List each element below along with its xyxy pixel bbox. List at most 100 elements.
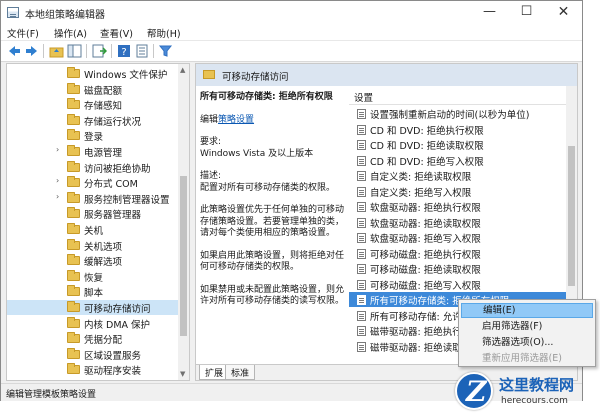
scroll-down-icon[interactable]: ▼ [180,370,185,378]
filter-icon[interactable] [158,44,173,58]
edit-policy-link[interactable]: 策略设置 [218,115,254,125]
description-panel: 所有可移动存储类: 拒绝所有权限 编辑策略设置 要求: Windows Vist… [200,92,350,308]
folder-icon [67,254,80,266]
setting-row[interactable]: CD 和 DVD: 拒绝读取权限 [349,137,567,152]
tree-item[interactable]: 恢复 [7,269,179,284]
show-hide-tree-icon[interactable] [67,44,82,58]
properties-icon[interactable] [135,44,150,58]
forward-arrow-icon[interactable] [24,44,39,58]
tree-item[interactable]: 可移动存储访问 [7,300,179,315]
folder-icon [67,191,80,203]
folder-icon [203,70,215,79]
tree-item-label: 缓解选项 [84,257,123,269]
tree-pane[interactable]: Windows 文件保护 磁盘配额 存储感知 存储运行状况 登录 › 电源管理 访问被拒绝协助… [6,63,190,381]
tree-item[interactable]: 内核 DMA 保护 [7,316,179,331]
tree-item[interactable]: › 服务控制管理器设置 [7,191,179,206]
policy-setting-icon [357,186,366,197]
setting-row[interactable]: 可移动磁盘: 拒绝写入权限 [349,277,567,292]
setting-row[interactable]: 可移动磁盘: 拒绝执行权限 [349,246,567,261]
scroll-up-icon[interactable]: ▲ [180,66,185,74]
tree-item[interactable]: 驱动程序安装 [7,362,179,377]
tree-item[interactable]: 磁盘配额 [7,82,179,97]
setting-label: 所有可移动存储: 允许 [370,311,462,323]
tree-item[interactable]: 缓解选项 [7,253,179,268]
tree-item[interactable]: Windows 文件保护 [7,66,179,81]
edit-policy-line: 编辑策略设置 [200,115,350,127]
back-arrow-icon[interactable] [7,44,22,58]
close-icon[interactable]: ✕ [545,1,582,24]
toolbar-separator [111,44,112,58]
folder-icon [67,129,80,141]
tree-scroll-thumb[interactable] [180,176,187,336]
policy-setting-icon [357,124,366,135]
tree-item[interactable]: 脚本 [7,284,179,299]
title-bar: 本地组策略编辑器 — ☐ ✕ [1,1,582,24]
folder-icon [67,347,80,359]
setting-row[interactable]: 自定义类: 拒绝读取权限 [349,168,567,183]
tree-item[interactable]: 访问被拒绝协助 [7,160,179,175]
settings-scroll-thumb[interactable] [568,146,575,286]
tree-item[interactable]: 区域设置服务 [7,347,179,362]
context-menu-item[interactable]: 筛选器选项(O)... [461,335,593,350]
setting-label: 软盘驱动器: 拒绝读取权限 [370,218,481,230]
context-menu-item[interactable]: 编辑(E) [461,303,593,318]
setting-label: 自定义类: 拒绝写入权限 [370,187,472,199]
tree-item[interactable]: 关机选项 [7,238,179,253]
help-icon[interactable]: ? [117,44,132,58]
setting-row[interactable]: 可移动磁盘: 拒绝读取权限 [349,261,567,276]
tree-item[interactable]: › 分布式 COM [7,175,179,190]
settings-column-header[interactable]: 设置 [354,90,373,104]
policy-setting-icon [357,326,366,336]
setting-row[interactable]: 软盘驱动器: 拒绝执行权限 [349,199,567,214]
tree-item-label: 内核 DMA 保护 [84,319,151,331]
policy-setting-icon [357,248,366,259]
setting-row[interactable]: 设置强制重新启动的时间(以秒为单位) [349,106,567,121]
setting-label: 设置强制重新启动的时间(以秒为单位) [370,110,530,121]
menu-help[interactable]: 帮助(H) [147,26,181,40]
setting-label: 可移动磁盘: 拒绝读取权限 [370,265,481,276]
watermark-url: herecours.com [501,396,568,406]
menu-action[interactable]: 操作(A) [54,26,87,40]
minimize-icon[interactable]: — [471,1,508,24]
tree-item-label: 分布式 COM [84,179,138,191]
setting-label: 磁带驱动器: 拒绝执行 [370,327,462,338]
folder-icon [67,113,80,125]
setting-row[interactable]: 软盘驱动器: 拒绝写入权限 [349,230,567,245]
tree-item[interactable]: 服务器管理器 [7,206,179,221]
folder-icon [67,332,80,344]
tree-item[interactable]: 登录 [7,128,179,143]
menu-view[interactable]: 查看(V) [100,26,133,40]
setting-label: CD 和 DVD: 拒绝读取权限 [370,141,484,152]
expand-chevron-icon[interactable]: › [56,176,59,185]
context-menu-item[interactable]: 启用筛选器(F) [461,319,593,334]
policy-setting-icon [357,295,366,305]
setting-row[interactable]: CD 和 DVD: 拒绝执行权限 [349,122,567,137]
policy-setting-icon [357,233,366,243]
expand-chevron-icon[interactable]: › [56,192,59,201]
tree-item-label: 驱动程序安装 [84,366,142,378]
expand-chevron-icon[interactable]: › [56,145,59,154]
folder-icon [67,145,80,156]
details-header: 可移动存储访问 [196,64,577,86]
description-paragraph-1: 此策略设置优先于任何单独的可移动存储策略设置。若要管理单独的类，请对每个类使用相… [200,205,345,238]
tree-item-label: 可移动存储访问 [84,304,151,315]
policy-setting-icon [357,140,366,150]
export-list-icon[interactable] [92,44,107,58]
toolbar-separator [153,44,154,58]
setting-row[interactable]: 自定义类: 拒绝写入权限 [349,184,567,199]
setting-row[interactable]: CD 和 DVD: 拒绝写入权限 [349,153,567,168]
menu-file[interactable]: 文件(F) [7,26,39,40]
tree-item[interactable]: 存储感知 [7,97,179,112]
tree-scrollbar[interactable]: ▲ ▼ [178,64,189,380]
tree-item[interactable]: › 电源管理 [7,144,179,159]
setting-row[interactable]: 软盘驱动器: 拒绝读取权限 [349,215,567,230]
tree-item-label: 凭据分配 [84,335,123,347]
tree-item-label: 服务控制管理器设置 [84,194,170,206]
policy-setting-icon [357,171,366,181]
tree-item[interactable]: 存储运行状况 [7,113,179,128]
tab-standard[interactable]: 标准 [225,365,256,380]
up-folder-icon[interactable] [49,44,64,58]
maximize-icon[interactable]: ☐ [508,1,545,24]
tree-item[interactable]: 凭据分配 [7,331,179,346]
tree-item[interactable]: 关机 [7,222,179,237]
